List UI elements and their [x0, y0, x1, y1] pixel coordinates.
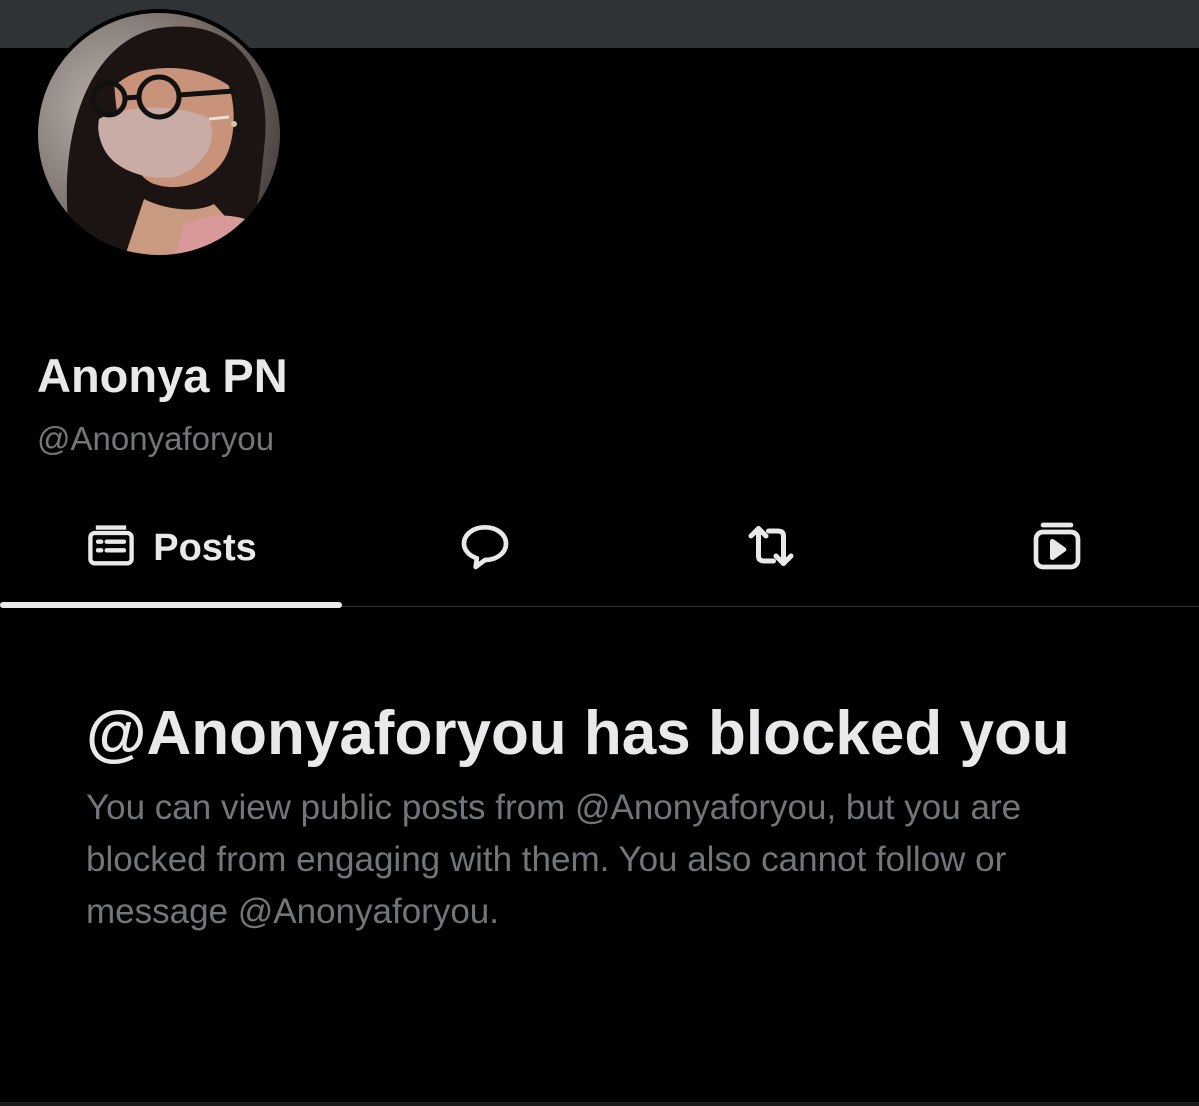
blocked-notice: @Anonyaforyou has blocked you You can vi… — [86, 690, 1126, 938]
tab-replies[interactable] — [342, 490, 628, 606]
profile-handle: @Anonyaforyou — [37, 420, 275, 457]
posts-icon — [85, 520, 137, 577]
tab-posts[interactable]: Posts — [0, 490, 342, 608]
divider — [0, 1102, 1199, 1106]
profile-tabs: Posts — [0, 490, 1199, 608]
tab-reposts[interactable] — [628, 490, 914, 606]
tab-media[interactable] — [914, 490, 1199, 606]
media-icon — [1029, 518, 1085, 579]
display-name: Anonya PN — [37, 349, 288, 402]
blocked-message: You can view public posts from @Anonyafo… — [86, 788, 1022, 931]
reposts-icon — [741, 516, 801, 581]
blocked-title: @Anonyaforyou has blocked you — [86, 699, 1070, 768]
active-tab-indicator — [0, 602, 342, 608]
tab-posts-label: Posts — [153, 526, 257, 569]
replies-icon — [457, 518, 513, 579]
avatar-photo — [38, 13, 280, 255]
profile-avatar[interactable] — [34, 9, 284, 259]
